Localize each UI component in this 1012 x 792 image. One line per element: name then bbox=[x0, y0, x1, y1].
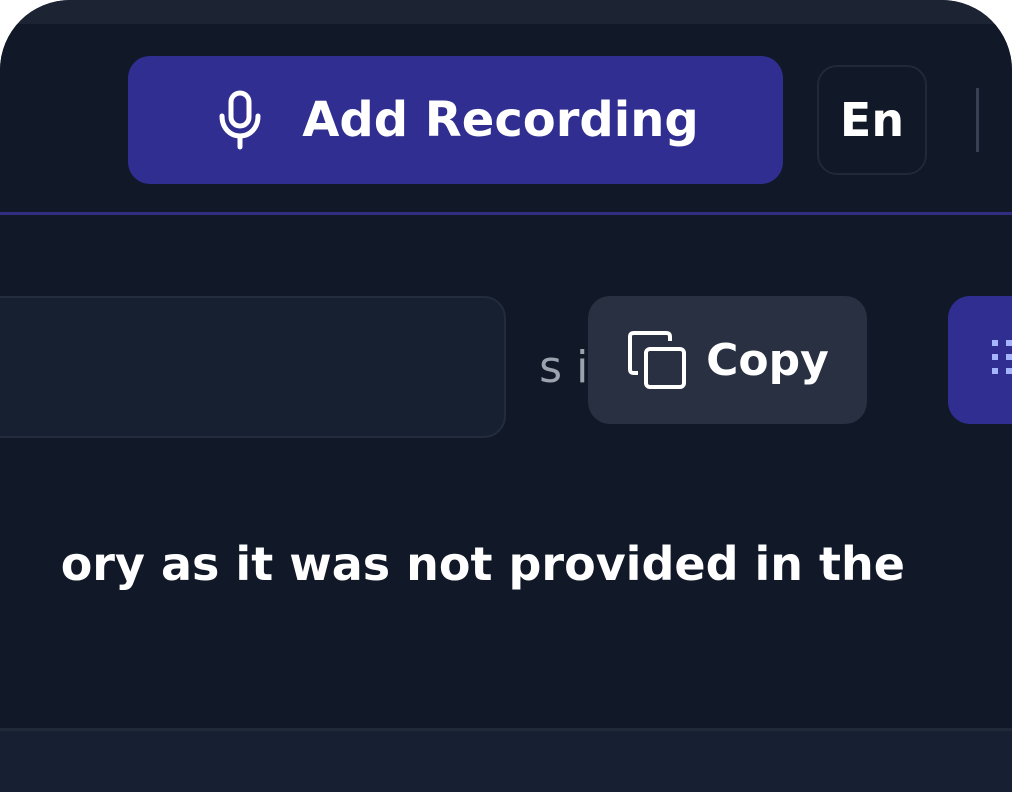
copy-label: Copy bbox=[706, 334, 829, 386]
app-window: Add Recording En s initials Copy bbox=[0, 0, 1012, 792]
initials-field[interactable] bbox=[0, 296, 506, 438]
grip-icon bbox=[990, 338, 1012, 382]
drag-handle-button[interactable] bbox=[948, 296, 1012, 424]
copy-icon bbox=[626, 329, 688, 391]
add-recording-button[interactable]: Add Recording bbox=[128, 56, 783, 184]
microphone-icon bbox=[212, 88, 268, 152]
language-label: En bbox=[839, 93, 905, 147]
summary-text: ory as it was not provided in the bbox=[60, 537, 905, 591]
header-divider bbox=[976, 88, 979, 152]
header-bar: Add Recording En bbox=[0, 24, 1012, 215]
window-top-strip bbox=[0, 0, 1012, 24]
language-button[interactable]: En bbox=[817, 65, 927, 175]
copy-button[interactable]: Copy bbox=[588, 296, 867, 424]
add-recording-label: Add Recording bbox=[302, 92, 699, 148]
main-content: s initials Copy bbox=[0, 215, 1012, 728]
footer-bar bbox=[0, 728, 1012, 792]
